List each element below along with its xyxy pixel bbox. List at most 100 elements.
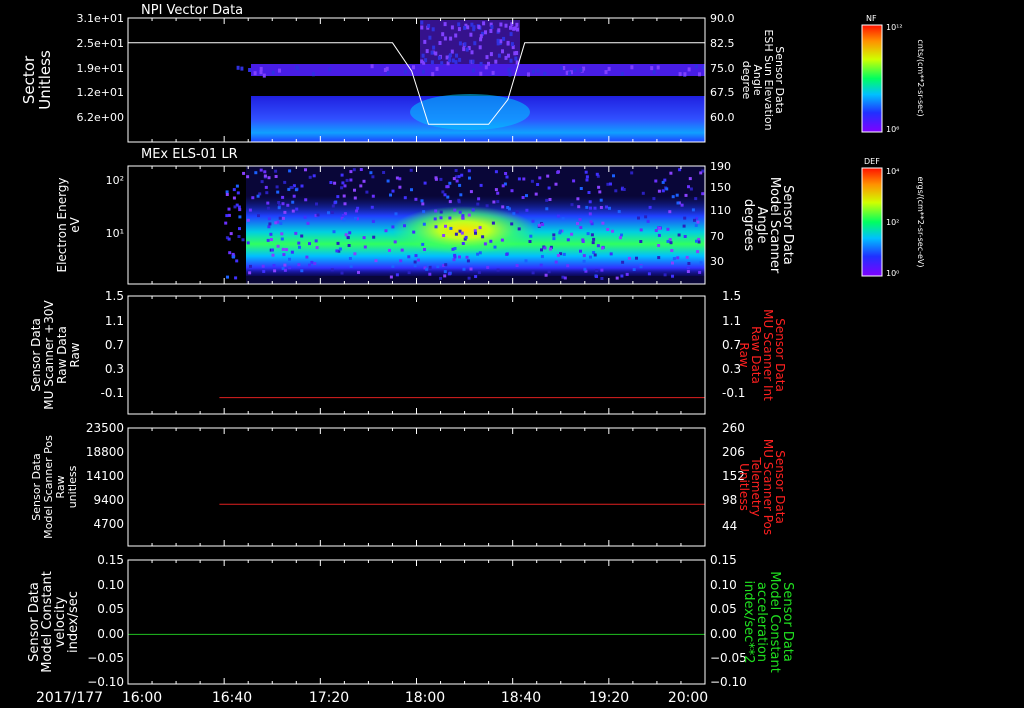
els-speckle bbox=[454, 169, 458, 172]
npi-speckle bbox=[458, 41, 462, 46]
els-speckle bbox=[544, 273, 548, 277]
els-speckle bbox=[348, 231, 352, 235]
els-speckle bbox=[570, 232, 574, 236]
npi-speckle bbox=[412, 65, 415, 70]
vel-right-label: Sensor Data Model Constant acceleration … bbox=[741, 571, 795, 673]
npi-speckle bbox=[527, 72, 530, 77]
npi-speckle bbox=[507, 53, 510, 58]
els-speckle bbox=[409, 168, 413, 172]
els-speckle bbox=[548, 198, 552, 201]
els-speckle bbox=[295, 207, 299, 211]
els-speckle bbox=[658, 227, 662, 230]
els-speckle bbox=[666, 227, 670, 231]
els-speckle bbox=[644, 215, 648, 219]
els-speckle bbox=[530, 179, 534, 183]
els-speckle bbox=[469, 190, 473, 194]
els-speckle bbox=[315, 202, 318, 206]
els-speckle bbox=[586, 232, 590, 236]
els-speckle bbox=[635, 256, 638, 260]
els-speckle bbox=[441, 190, 445, 194]
els-speckle bbox=[501, 184, 505, 188]
els-speckle bbox=[464, 235, 468, 239]
els-speckle bbox=[554, 182, 558, 186]
els-speckle bbox=[669, 171, 673, 175]
npi-speckle bbox=[701, 65, 705, 70]
els-speckle bbox=[583, 267, 587, 271]
vel-left-tick: 0.05 bbox=[97, 602, 124, 616]
npi-speckle bbox=[457, 22, 461, 27]
npi-speckle bbox=[370, 64, 374, 69]
els-speckle bbox=[588, 212, 592, 216]
pos-right-tick: 206 bbox=[722, 445, 745, 459]
vel-right-tick: 0.05 bbox=[710, 602, 737, 616]
els-speckle bbox=[589, 206, 592, 210]
els-speckle bbox=[566, 264, 570, 268]
els-speckle bbox=[467, 213, 471, 217]
npi-speckle bbox=[579, 68, 583, 72]
els-speckle bbox=[434, 176, 438, 180]
els-speckle bbox=[608, 206, 611, 210]
els-speckle bbox=[682, 224, 686, 228]
npi-colorbar-tag: NF bbox=[866, 14, 877, 23]
els-speckle bbox=[286, 203, 290, 207]
npi-speckle bbox=[421, 69, 425, 74]
els-speckle bbox=[694, 197, 698, 201]
els-speckle bbox=[369, 171, 373, 175]
els-speckle bbox=[641, 191, 645, 195]
els-speckle bbox=[469, 267, 473, 271]
els-speckle bbox=[452, 177, 456, 181]
npi-speckle bbox=[451, 58, 455, 63]
els-speckle bbox=[340, 271, 344, 275]
els-speckle bbox=[581, 240, 585, 243]
svg-text:Unitless: Unitless bbox=[36, 50, 54, 110]
els-speckle bbox=[283, 210, 287, 214]
els-speckle bbox=[391, 225, 395, 229]
vel-panel: 0.15 0.10 0.05 0.00 −0.05 −0.10 0.15 0.1… bbox=[27, 553, 795, 689]
els-speckle bbox=[267, 217, 271, 221]
els-speckle bbox=[576, 197, 580, 201]
els-speckle bbox=[233, 205, 237, 209]
npi-speckle bbox=[582, 66, 586, 71]
els-left-label: Electron Energy eV bbox=[55, 177, 82, 272]
els-speckle bbox=[422, 222, 426, 226]
els-panel-title: MEx ELS-01 LR bbox=[141, 147, 238, 162]
npi-speckle bbox=[278, 68, 281, 73]
npi-speckle bbox=[489, 52, 493, 57]
npi-spectrogram bbox=[236, 20, 705, 142]
els-speckle bbox=[588, 200, 592, 204]
npi-speckle bbox=[479, 34, 483, 39]
els-speckle bbox=[694, 223, 698, 227]
npi-speckle bbox=[240, 66, 244, 71]
els-speckle bbox=[288, 266, 292, 270]
els-speckle bbox=[699, 171, 703, 175]
pos-left-tick: 14100 bbox=[86, 469, 124, 483]
pos-left-label: Sensor Data Model Scanner Pos Raw unitle… bbox=[30, 435, 79, 539]
els-speckle bbox=[263, 170, 267, 174]
els-speckle bbox=[536, 183, 540, 186]
els-speckle bbox=[399, 259, 403, 263]
els-speckle bbox=[362, 179, 366, 183]
els-speckle bbox=[413, 264, 417, 268]
els-speckle bbox=[303, 215, 307, 219]
els-speckle bbox=[534, 192, 538, 196]
els-speckle bbox=[246, 241, 250, 245]
els-speckle bbox=[595, 172, 599, 176]
els-speckle bbox=[342, 218, 346, 222]
els-speckle bbox=[443, 274, 447, 278]
svg-text:Raw: Raw bbox=[68, 342, 82, 367]
els-speckle bbox=[297, 263, 301, 267]
npi-speckle bbox=[420, 59, 424, 64]
vel-right-tick: 0.00 bbox=[710, 627, 737, 641]
time-tick-label: 16:00 bbox=[122, 690, 162, 706]
pos-plot-frame bbox=[127, 427, 706, 547]
els-speckle bbox=[413, 260, 417, 264]
els-panel: MEx ELS-01 LR 10² 10¹ 190 150 110 70 30 … bbox=[55, 147, 925, 285]
time-tick-label: 17:20 bbox=[309, 690, 349, 706]
els-speckle bbox=[654, 179, 658, 183]
els-speckle bbox=[349, 170, 353, 174]
npi-speckle bbox=[259, 66, 263, 71]
els-speckle bbox=[417, 258, 420, 262]
els-speckle bbox=[481, 235, 485, 239]
els-speckle bbox=[477, 270, 481, 274]
els-speckle bbox=[455, 179, 459, 183]
